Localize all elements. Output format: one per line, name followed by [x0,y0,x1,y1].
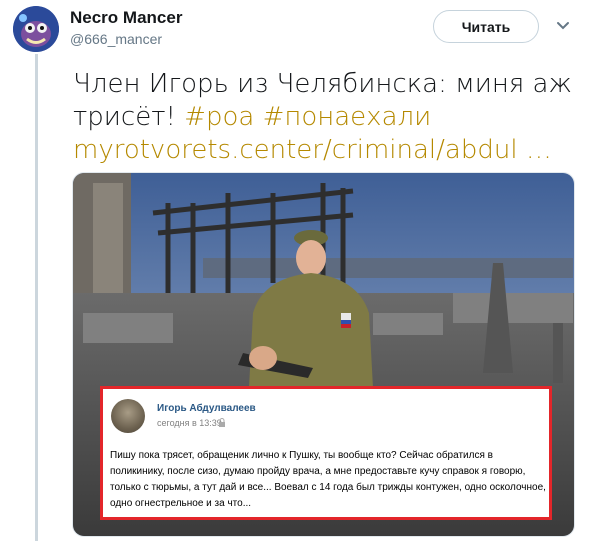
lock-icon [219,418,225,427]
vk-post-time: сегодня в 13:39 [157,418,222,428]
vk-author-name: Игорь Абдулвалеев [157,403,256,414]
avatar[interactable] [13,6,59,52]
user-name[interactable]: Necro Mancer [70,8,182,28]
tweet-line-2-text: трисёт! [73,102,185,132]
hashtag-ponaehali[interactable]: #понаехали [263,102,432,132]
tweet-link[interactable]: myrotvorets.center/criminal/abdul … [73,134,583,167]
tweet-line-2: трисёт! #роа #понаехали [73,101,583,134]
tweet-line-1: Член Игорь из Челябинска: миня аж [73,69,573,99]
user-handle[interactable]: @666_mancer [70,31,162,47]
hashtag-roa[interactable]: #роа [184,102,254,132]
vk-post-card: Игорь Абдулвалеев сегодня в 13:39 Пишу п… [100,386,552,520]
chevron-down-icon[interactable] [555,18,571,34]
thread-line [35,54,38,541]
follow-button[interactable]: Читать [433,10,539,43]
tweet-media-image[interactable]: Игорь Абдулвалеев сегодня в 13:39 Пишу п… [72,172,575,537]
vk-author-avatar [111,399,145,433]
vk-post-text: Пишу пока трясет, обращеник лично к Пушк… [110,450,546,509]
tweet-text: Член Игорь из Челябинска: миня аж трисёт… [73,68,583,167]
